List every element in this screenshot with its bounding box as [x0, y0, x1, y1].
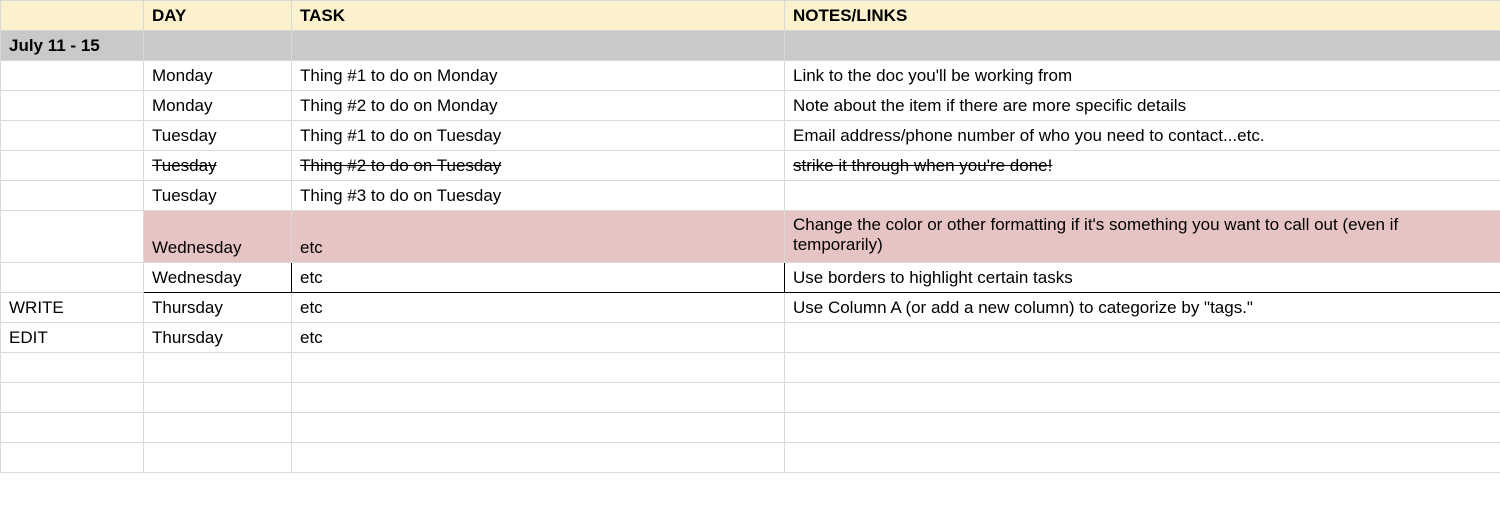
table-row[interactable]: EDIT Thursday etc	[1, 323, 1500, 353]
cell-task[interactable]: etc	[292, 293, 785, 323]
cell[interactable]	[785, 383, 1500, 413]
cell-task[interactable]: etc	[292, 263, 785, 293]
header-row[interactable]: DAY TASK NOTES/LINKS	[1, 1, 1500, 31]
cell[interactable]	[1, 443, 144, 473]
cell-task[interactable]: Thing #1 to do on Tuesday	[292, 121, 785, 151]
cell[interactable]	[292, 383, 785, 413]
cell-day[interactable]: Tuesday	[144, 181, 292, 211]
cell-tag[interactable]	[1, 91, 144, 121]
header-col-notes[interactable]: NOTES/LINKS	[785, 1, 1500, 31]
cell-day[interactable]: Tuesday	[144, 121, 292, 151]
table-row[interactable]: Tuesday Thing #2 to do on Tuesday strike…	[1, 151, 1500, 181]
table-row[interactable]: Tuesday Thing #3 to do on Tuesday	[1, 181, 1500, 211]
cell-notes[interactable]: Link to the doc you'll be working from	[785, 61, 1500, 91]
cell[interactable]	[785, 353, 1500, 383]
cell[interactable]	[785, 31, 1500, 61]
cell-task[interactable]: Thing #2 to do on Monday	[292, 91, 785, 121]
header-col-a[interactable]	[1, 1, 144, 31]
empty-row[interactable]	[1, 413, 1500, 443]
cell-tag[interactable]: EDIT	[1, 323, 144, 353]
table-row[interactable]: Tuesday Thing #1 to do on Tuesday Email …	[1, 121, 1500, 151]
header-col-day[interactable]: DAY	[144, 1, 292, 31]
empty-row[interactable]	[1, 383, 1500, 413]
week-divider-row[interactable]: July 11 - 15	[1, 31, 1500, 61]
cell-tag[interactable]	[1, 181, 144, 211]
cell[interactable]	[1, 383, 144, 413]
cell-tag[interactable]	[1, 121, 144, 151]
cell-notes[interactable]	[785, 323, 1500, 353]
empty-row[interactable]	[1, 353, 1500, 383]
cell-tag[interactable]	[1, 211, 144, 263]
cell[interactable]	[144, 31, 292, 61]
cell[interactable]	[292, 413, 785, 443]
cell-day[interactable]: Thursday	[144, 323, 292, 353]
cell-notes[interactable]: Note about the item if there are more sp…	[785, 91, 1500, 121]
cell[interactable]	[785, 413, 1500, 443]
spreadsheet-body[interactable]: July 11 - 15 Monday Thing #1 to do on Mo…	[1, 31, 1500, 473]
table-row[interactable]: Monday Thing #1 to do on Monday Link to …	[1, 61, 1500, 91]
cell-task[interactable]: Thing #1 to do on Monday	[292, 61, 785, 91]
cell-notes[interactable]: Email address/phone number of who you ne…	[785, 121, 1500, 151]
cell-day[interactable]: Monday	[144, 91, 292, 121]
cell-tag[interactable]	[1, 263, 144, 293]
cell-notes[interactable]: Use Column A (or add a new column) to ca…	[785, 293, 1500, 323]
cell[interactable]	[292, 443, 785, 473]
cell-notes[interactable]: Use borders to highlight certain tasks	[785, 263, 1500, 293]
cell-day[interactable]: Monday	[144, 61, 292, 91]
cell[interactable]	[144, 353, 292, 383]
header-col-task[interactable]: TASK	[292, 1, 785, 31]
cell-day[interactable]: Thursday	[144, 293, 292, 323]
empty-row[interactable]	[1, 443, 1500, 473]
cell[interactable]	[292, 31, 785, 61]
cell-day[interactable]: Tuesday	[144, 151, 292, 181]
cell-tag[interactable]	[1, 151, 144, 181]
cell-day[interactable]: Wednesday	[144, 263, 292, 293]
cell-task[interactable]: Thing #2 to do on Tuesday	[292, 151, 785, 181]
cell[interactable]	[144, 413, 292, 443]
cell[interactable]	[1, 353, 144, 383]
cell-task[interactable]: Thing #3 to do on Tuesday	[292, 181, 785, 211]
cell-tag[interactable]: WRITE	[1, 293, 144, 323]
cell[interactable]	[1, 413, 144, 443]
week-label-cell[interactable]: July 11 - 15	[1, 31, 144, 61]
cell-day[interactable]: Wednesday	[144, 211, 292, 263]
cell[interactable]	[144, 443, 292, 473]
cell[interactable]	[144, 383, 292, 413]
cell-notes[interactable]: strike it through when you're done!	[785, 151, 1500, 181]
cell-task[interactable]: etc	[292, 211, 785, 263]
spreadsheet-table[interactable]: DAY TASK NOTES/LINKS July 11 - 15 Monday…	[0, 0, 1500, 473]
table-row[interactable]: WRITE Thursday etc Use Column A (or add …	[1, 293, 1500, 323]
cell-notes[interactable]: Change the color or other formatting if …	[785, 211, 1500, 263]
cell-task[interactable]: etc	[292, 323, 785, 353]
cell-tag[interactable]	[1, 61, 144, 91]
table-row-highlighted[interactable]: Wednesday etc Change the color or other …	[1, 211, 1500, 263]
cell-notes[interactable]	[785, 181, 1500, 211]
cell[interactable]	[292, 353, 785, 383]
table-row-bordered[interactable]: Wednesday etc Use borders to highlight c…	[1, 263, 1500, 293]
table-row[interactable]: Monday Thing #2 to do on Monday Note abo…	[1, 91, 1500, 121]
cell[interactable]	[785, 443, 1500, 473]
